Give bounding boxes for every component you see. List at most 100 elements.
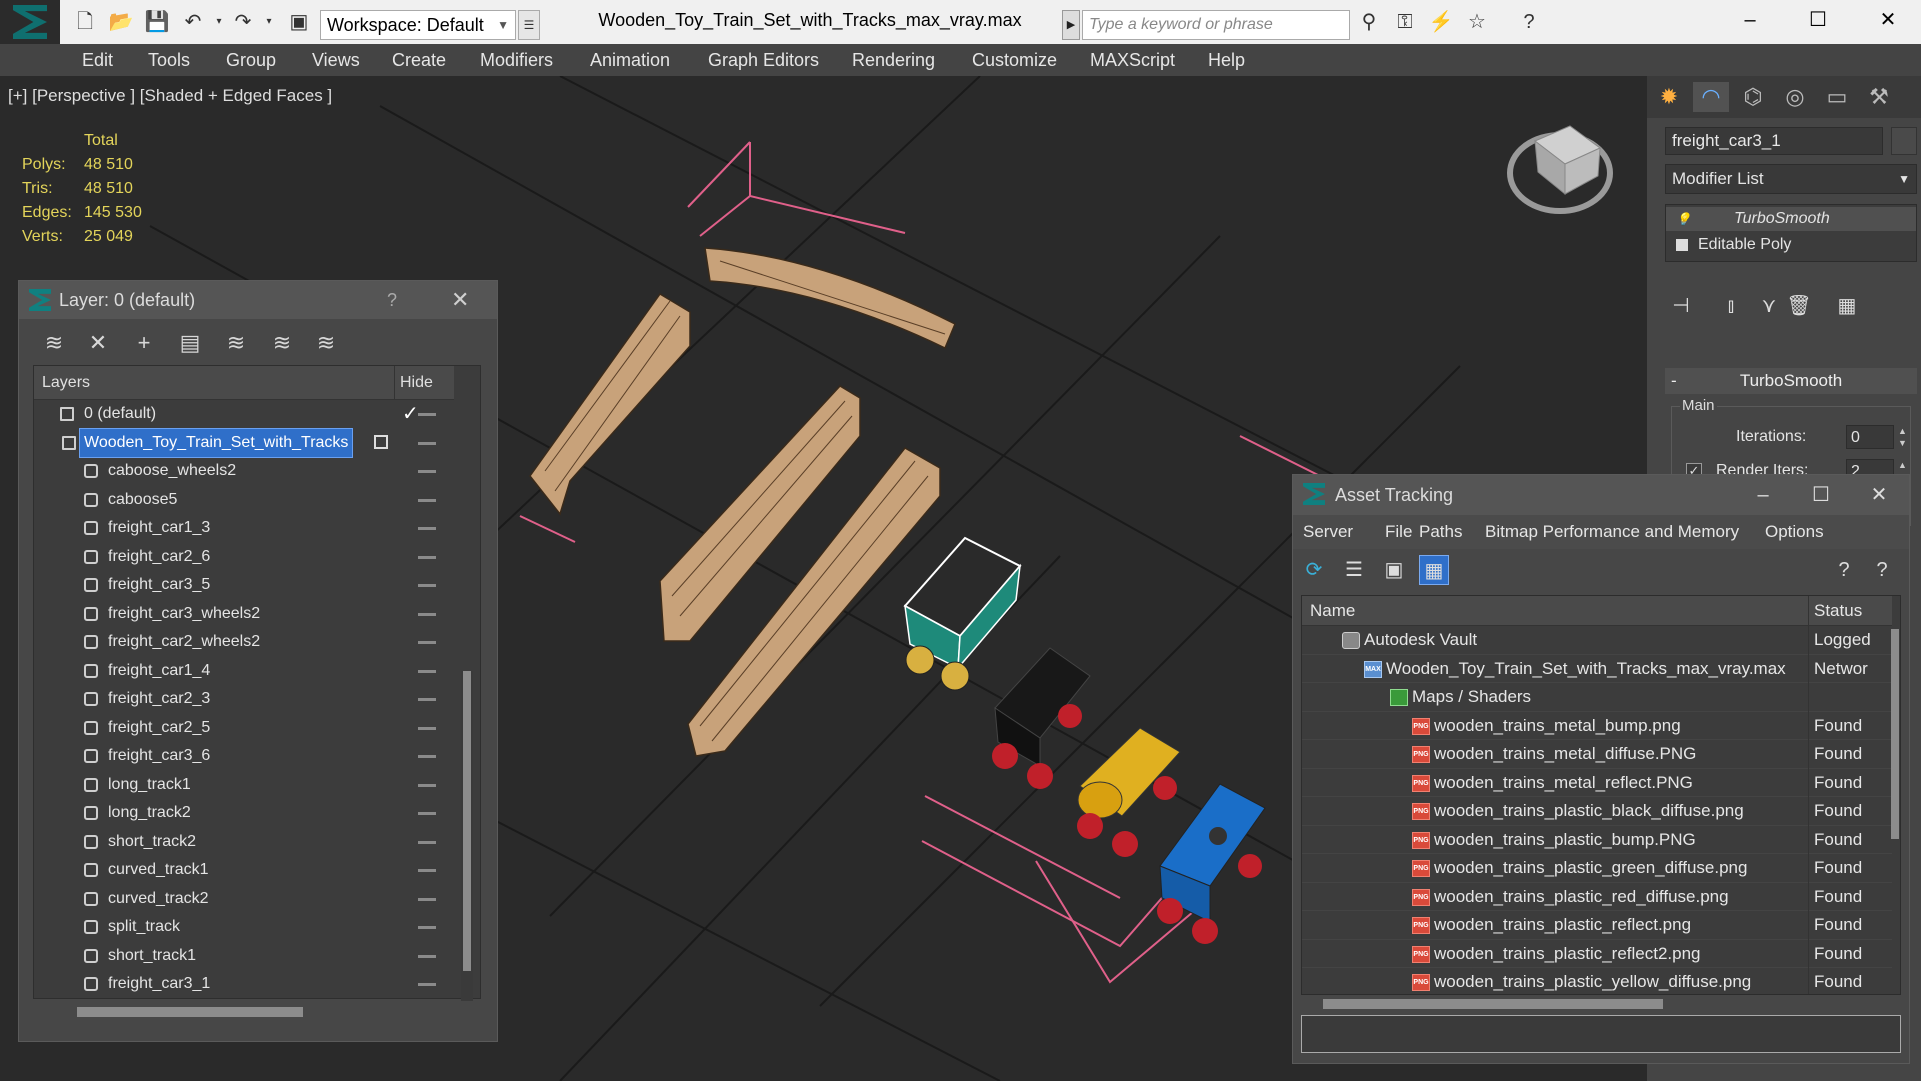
thumbnail-view-icon[interactable]: ▣ (1379, 555, 1409, 585)
menu-rendering[interactable]: Rendering (852, 44, 935, 76)
stack-item-editable-poly[interactable]: Editable Poly (1666, 233, 1916, 257)
menu-edit[interactable]: Edit (82, 44, 113, 76)
search-input[interactable]: Type a keyword or phrase (1082, 10, 1350, 40)
layer-row-default[interactable]: 0 (default) ✓ (34, 400, 454, 429)
menu-bitmap-performance[interactable]: Bitmap Performance and Memory (1485, 515, 1739, 549)
iterations-spinner[interactable]: 0 (1846, 425, 1894, 449)
menu-modifiers[interactable]: Modifiers (480, 44, 553, 76)
scrollbar-thumb[interactable] (1323, 999, 1663, 1009)
refresh-icon[interactable]: ⟳ (1299, 555, 1329, 585)
spinner-arrows-icon[interactable]: ▲▼ (1898, 425, 1908, 449)
redo-dropdown-icon[interactable]: ▾ (256, 10, 282, 34)
project-folder-icon[interactable]: ▣ (286, 10, 312, 34)
modify-tab-icon[interactable]: ◠ (1693, 82, 1729, 112)
search-expand-button[interactable]: ▶ (1062, 10, 1080, 40)
asset-row-png[interactable]: PNG wooden_trains_plastic_yellow_diffuse.… (1302, 968, 1892, 994)
menu-animation[interactable]: Animation (590, 44, 670, 76)
asset-table-horizontal-scrollbar[interactable] (1323, 997, 1883, 1009)
create-layer-icon[interactable]: ≋ (39, 329, 69, 357)
help-button[interactable]: ? (387, 281, 397, 319)
modifier-list-dropdown[interactable]: Modifier List ▼ (1665, 164, 1917, 194)
hide-toggle[interactable] (418, 584, 436, 587)
layer-object-row[interactable]: freight_car3_wheels2 (34, 600, 454, 629)
menu-help[interactable]: Help (1208, 44, 1245, 76)
hide-toggle[interactable] (418, 527, 436, 530)
asset-row-png[interactable]: PNG wooden_trains_plastic_reflect.png Foun… (1302, 911, 1892, 940)
list-view-icon[interactable]: ☰ (1339, 555, 1369, 585)
object-name-field[interactable]: freight_car3_1 (1665, 127, 1883, 155)
expand-icon[interactable] (1676, 239, 1688, 251)
menu-maxscript[interactable]: MAXScript (1090, 44, 1175, 76)
layer-object-row[interactable]: freight_car2_5 (34, 714, 454, 743)
communication-icon[interactable]: ⚡ (1428, 10, 1454, 34)
show-end-result-icon[interactable]: ⫾ (1717, 292, 1745, 320)
hide-toggle[interactable] (418, 612, 436, 616)
layer-object-row[interactable]: long_track1 (34, 771, 454, 800)
layer-object-row[interactable]: freight_car2_3 (34, 685, 454, 714)
app-logo[interactable] (0, 0, 60, 44)
layer-object-row[interactable]: caboose_wheels2 (34, 457, 454, 486)
utilities-tab-icon[interactable]: ⚒ (1861, 82, 1897, 112)
menu-tools[interactable]: Tools (148, 44, 190, 76)
redo-icon[interactable]: ↷ (230, 10, 256, 34)
layer-list-vertical-scrollbar[interactable] (461, 671, 473, 1001)
scrollbar-thumb[interactable] (1891, 629, 1899, 839)
asset-row-png[interactable]: PNG wooden_trains_plastic_black_diffuse.p… (1302, 797, 1892, 826)
hierarchy-tab-icon[interactable]: ⌬ (1735, 82, 1771, 112)
remove-modifier-icon[interactable]: 🗑 (1785, 292, 1813, 320)
hide-toggle[interactable] (418, 470, 436, 473)
asset-row-vault[interactable]: Autodesk Vault Logged (1302, 626, 1892, 655)
hide-toggle[interactable] (418, 413, 436, 416)
hide-toggle[interactable] (418, 755, 436, 758)
stack-item-turbosmooth[interactable]: 💡 TurboSmooth (1666, 207, 1916, 231)
asset-row-png[interactable]: PNG wooden_trains_metal_reflect.PNG Found (1302, 768, 1892, 797)
menu-paths[interactable]: Paths (1419, 515, 1462, 549)
hide-toggle[interactable] (418, 783, 436, 787)
close-button[interactable]: ✕ (1856, 0, 1920, 40)
pin-stack-icon[interactable]: ⊣ (1667, 292, 1695, 320)
save-icon[interactable]: 💾 (144, 10, 170, 34)
layers-column-header[interactable]: Layers (42, 366, 90, 400)
layer-object-row[interactable]: short_track2 (34, 828, 454, 857)
help-icon[interactable]: ? (1867, 555, 1897, 585)
menu-file[interactable]: File (1385, 515, 1412, 549)
menu-server[interactable]: Server (1303, 515, 1353, 549)
maximize-button[interactable]: ☐ (1786, 0, 1850, 40)
layer-panel-close-button[interactable]: ✕ (451, 281, 469, 319)
asset-row-maps[interactable]: Maps / Shaders (1302, 683, 1892, 712)
layer-object-row[interactable]: freight_car3_1 (34, 970, 454, 998)
asset-row-max-file[interactable]: MAX Wooden_Toy_Train_Set_with_Tracks_max_… (1302, 654, 1892, 683)
menu-graph-editors[interactable]: Graph Editors (708, 44, 819, 76)
asset-row-png[interactable]: PNG wooden_trains_plastic_green_diffuse.p… (1302, 854, 1892, 883)
minimize-button[interactable]: – (1735, 475, 1791, 515)
asset-row-png[interactable]: PNG wooden_trains_plastic_bump.PNG Found (1302, 825, 1892, 854)
asset-row-png[interactable]: PNG wooden_trains_metal_diffuse.PNG Found (1302, 740, 1892, 769)
select-objects-in-layer-icon[interactable]: ▤ (175, 329, 205, 357)
name-column-header[interactable]: Name (1310, 596, 1355, 626)
table-view-icon[interactable]: ▦ (1419, 555, 1449, 585)
hide-toggle[interactable] (418, 869, 436, 872)
undo-dropdown-icon[interactable]: ▾ (206, 10, 232, 34)
undo-icon[interactable]: ↶ (180, 10, 206, 34)
menu-create[interactable]: Create (392, 44, 446, 76)
motion-tab-icon[interactable]: ◎ (1777, 82, 1813, 112)
close-button[interactable]: ✕ (1851, 475, 1907, 515)
hide-toggle[interactable] (418, 926, 436, 929)
asset-row-png[interactable]: PNG wooden_trains_plastic_red_diffuse.png… (1302, 882, 1892, 911)
asset-table-vertical-scrollbar[interactable] (1889, 615, 1901, 995)
hide-toggle[interactable] (418, 983, 436, 986)
scrollbar-thumb[interactable] (77, 1007, 303, 1017)
make-unique-icon[interactable]: ⋎ (1755, 292, 1783, 320)
layer-panel-titlebar[interactable]: Layer: 0 (default) ? ✕ (19, 281, 497, 319)
hide-toggle[interactable] (418, 840, 436, 844)
hide-toggle[interactable] (418, 897, 436, 901)
layer-object-row[interactable]: freight_car3_6 (34, 742, 454, 771)
freeze-all-layers-icon[interactable]: ≋ (311, 329, 341, 357)
layer-object-row[interactable]: freight_car1_4 (34, 657, 454, 686)
scrollbar-thumb[interactable] (463, 671, 471, 971)
key-icon[interactable]: ⚿ (1392, 10, 1418, 34)
open-file-icon[interactable]: 📂 (108, 10, 134, 34)
hide-toggle[interactable] (418, 441, 436, 445)
hide-column-header[interactable]: Hide (400, 366, 433, 400)
layer-object-row[interactable]: freight_car3_5 (34, 571, 454, 600)
